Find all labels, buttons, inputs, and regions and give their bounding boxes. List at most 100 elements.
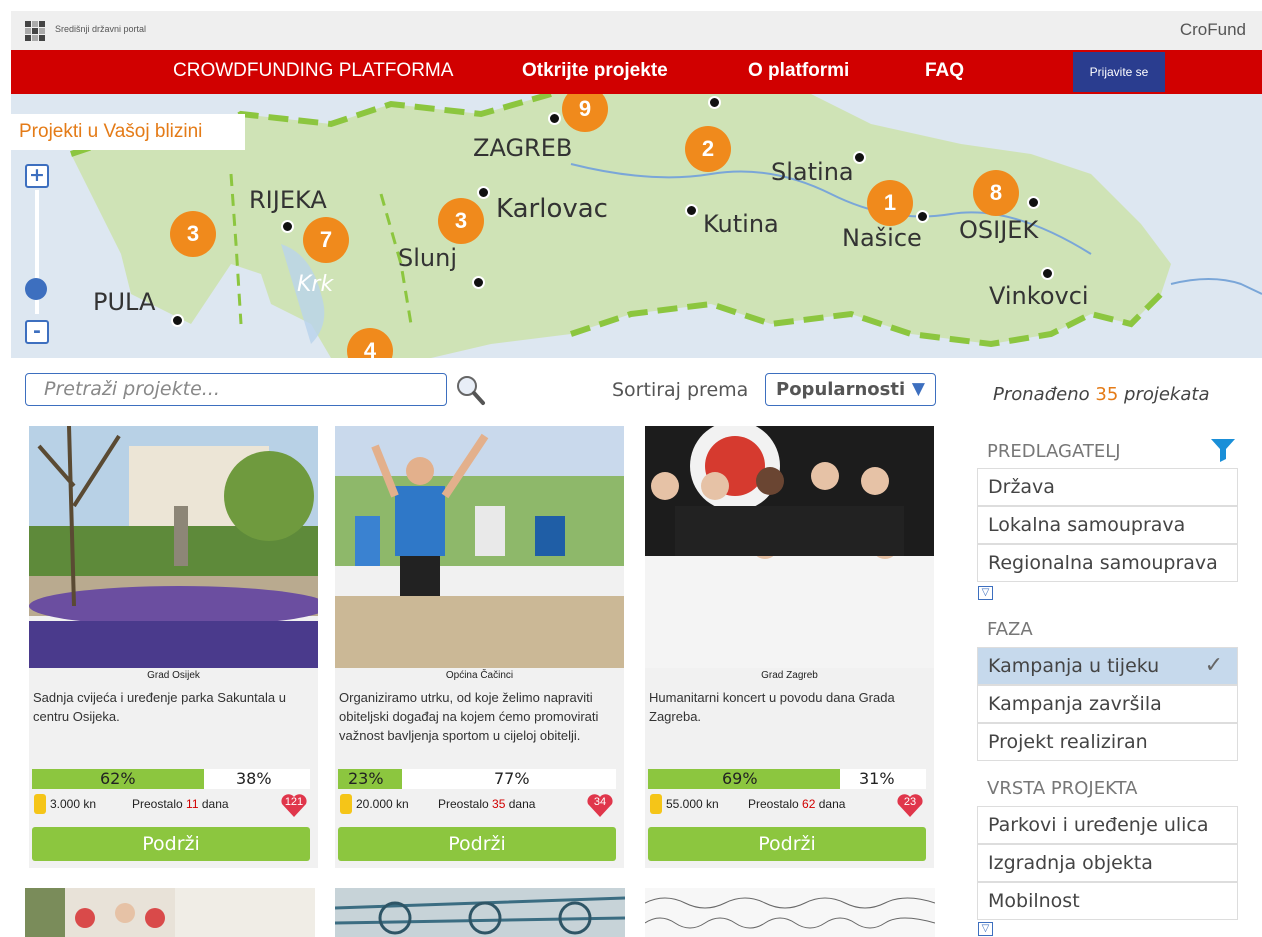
gov-logo-icon[interactable]	[25, 21, 45, 41]
map-city-label: Karlovac	[496, 194, 608, 224]
city-dot[interactable]	[548, 112, 561, 125]
project-cluster-marker[interactable]: 8	[973, 170, 1019, 216]
city-dot[interactable]	[685, 204, 698, 217]
support-button[interactable]: Podrži	[648, 827, 926, 861]
city-dot[interactable]	[477, 186, 490, 199]
main-nav: CROWDFUNDING PLATFORMA Otkrijte projekte…	[11, 50, 1262, 94]
project-card-partial[interactable]	[335, 888, 625, 937]
project-photo-chart	[645, 888, 935, 937]
map-city-label: PULA	[93, 288, 156, 316]
zoom-in-button[interactable]: +	[25, 164, 49, 188]
city-dot[interactable]	[916, 210, 929, 223]
like-heart-icon[interactable]: 121	[280, 792, 308, 818]
nav-about-platform[interactable]: O platformi	[748, 50, 849, 94]
filter-heading-proposer: PREDLAGATELJ	[987, 441, 1121, 462]
project-cluster-marker[interactable]: 3	[170, 211, 216, 257]
brand-name[interactable]: CroFund	[1180, 20, 1246, 40]
nav-discover-projects[interactable]: Otkrijte projekte	[522, 50, 668, 94]
project-photo-concert[interactable]	[645, 426, 934, 668]
project-organizer: Grad Osijek	[147, 670, 200, 681]
like-count: 34	[593, 796, 607, 808]
support-button[interactable]: Podrži	[32, 827, 310, 861]
funding-progress-bar: 69% 31%	[648, 769, 926, 789]
gov-portal-link[interactable]: Središnji državni portal	[55, 24, 146, 34]
filter-option[interactable]: Lokalna samouprava	[977, 506, 1238, 544]
map-city-label: Slatina	[771, 158, 854, 186]
login-button[interactable]: Prijavite se	[1073, 52, 1165, 92]
project-cluster-marker[interactable]: 2	[685, 126, 731, 172]
zoom-slider-handle[interactable]	[25, 278, 47, 300]
project-card[interactable]: Grad Zagreb Humanitarni koncert u povodu…	[645, 426, 934, 868]
funding-progress-bar: 23% 77%	[338, 769, 616, 789]
filter-option[interactable]: Država	[977, 468, 1238, 506]
triangle-down-icon: ▼	[911, 379, 925, 399]
nav-faq[interactable]: FAQ	[925, 50, 964, 94]
city-dot[interactable]	[1027, 196, 1040, 209]
project-description: Organiziramo utrku, od koje želimo napra…	[339, 690, 599, 743]
project-cluster-marker[interactable]: 1	[867, 180, 913, 226]
project-card[interactable]: Općina Čačinci Organiziramo utrku, od ko…	[335, 426, 624, 868]
filter-heading-type: VRSTA PROJEKTA	[987, 778, 1138, 799]
like-heart-icon[interactable]: 34	[586, 792, 614, 818]
zoom-out-button[interactable]: -	[25, 320, 49, 344]
sort-selected-value: Popularnosti	[776, 379, 906, 400]
project-card[interactable]: Grad Osijek Sadnja cvijeća i uređenje pa…	[29, 426, 318, 868]
funded-percent: 23%	[348, 769, 384, 788]
search-icon[interactable]	[453, 373, 487, 407]
map-city-label: Našice	[842, 224, 922, 252]
like-heart-icon[interactable]: 23	[896, 792, 924, 818]
city-dot[interactable]	[171, 314, 184, 327]
city-dot[interactable]	[708, 96, 721, 109]
filter-heading-phase: FAZA	[987, 619, 1033, 640]
filter-option[interactable]: Izgradnja objekta	[977, 844, 1238, 882]
expand-down-icon[interactable]: ▽	[978, 586, 993, 600]
like-count: 23	[903, 796, 917, 808]
map-city-label: ZAGREB	[473, 134, 573, 162]
gov-topbar: Središnji državni portal CroFund	[11, 11, 1262, 50]
project-photo-run[interactable]	[335, 426, 624, 668]
filter-option[interactable]: Projekt realiziran	[977, 723, 1238, 761]
project-organizer: Grad Zagreb	[761, 670, 818, 681]
map-city-label: OSIJEK	[959, 216, 1039, 244]
results-count: Pronađeno 35 projekata	[993, 384, 1210, 405]
map-island-label: Krk	[297, 272, 334, 297]
nav-platform-title[interactable]: CROWDFUNDING PLATFORMA	[173, 50, 453, 94]
filter-funnel-icon[interactable]	[1210, 437, 1236, 463]
project-description: Sadnja cvijeća i uređenje parka Sakuntal…	[33, 690, 286, 724]
funding-progress-bar: 62% 38%	[32, 769, 310, 789]
project-cluster-marker[interactable]: 7	[303, 217, 349, 263]
filter-option-selected[interactable]: Kampanja u tijeku ✓	[977, 647, 1238, 685]
city-dot[interactable]	[1041, 267, 1054, 280]
funded-percent: 69%	[722, 769, 758, 788]
support-button[interactable]: Podrži	[338, 827, 616, 861]
filter-option[interactable]: Parkovi i uređenje ulica	[977, 806, 1238, 844]
funding-goal: 3.000 kn	[50, 797, 97, 811]
city-dot[interactable]	[472, 276, 485, 289]
search-input[interactable]: Pretraži projekte...	[25, 373, 447, 406]
map-city-label: RIJEKA	[249, 186, 327, 214]
project-photo-park[interactable]	[29, 426, 318, 668]
remaining-percent: 38%	[236, 769, 272, 788]
filter-option-label: Kampanja u tijeku	[988, 655, 1160, 677]
expand-down-icon[interactable]: ▽	[978, 922, 993, 936]
coin-icon	[650, 794, 662, 814]
city-dot[interactable]	[281, 220, 294, 233]
project-photo-bikes	[335, 888, 625, 937]
filter-option[interactable]: Regionalna samouprava	[977, 544, 1238, 582]
project-photo-group	[25, 888, 315, 937]
project-map[interactable]: Projekti u Vašoj blizini + - ZAGREB Karl…	[11, 94, 1262, 358]
project-cluster-marker[interactable]: 3	[438, 198, 484, 244]
project-stats: 55.000 kn Preostalo 62 dana 23	[648, 792, 928, 818]
sort-select[interactable]: Popularnosti ▼	[765, 373, 936, 406]
map-title: Projekti u Vašoj blizini	[11, 114, 245, 150]
city-dot[interactable]	[853, 151, 866, 164]
remaining-percent: 31%	[859, 769, 895, 788]
like-count: 121	[284, 796, 304, 808]
project-card-partial[interactable]	[25, 888, 315, 937]
filter-option[interactable]: Kampanja završila	[977, 685, 1238, 723]
days-remaining: Preostalo 11 dana	[132, 797, 229, 811]
filter-option[interactable]: Mobilnost	[977, 882, 1238, 920]
project-stats: 3.000 kn Preostalo 11 dana 121	[32, 792, 312, 818]
project-card-partial[interactable]	[645, 888, 935, 937]
project-organizer: Općina Čačinci	[445, 670, 514, 681]
